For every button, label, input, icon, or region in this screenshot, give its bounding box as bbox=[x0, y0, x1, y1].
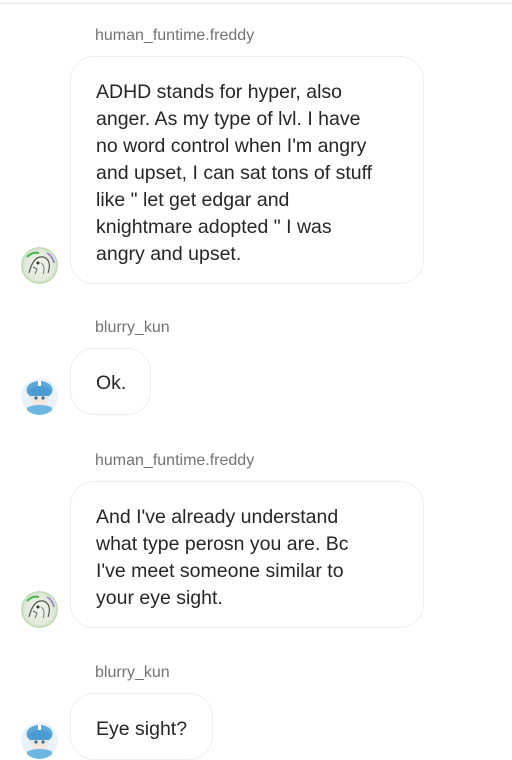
avatar-blue-character-icon bbox=[21, 378, 58, 415]
sender-name[interactable]: blurry_kun bbox=[95, 319, 170, 337]
avatar[interactable] bbox=[21, 722, 58, 759]
sender-name[interactable]: human_funtime.freddy bbox=[95, 452, 254, 470]
top-divider bbox=[0, 3, 512, 4]
avatar[interactable] bbox=[21, 591, 58, 628]
message-bubble[interactable]: And I've already understand what type pe… bbox=[70, 481, 424, 628]
avatar-blue-character-icon bbox=[21, 722, 58, 759]
message-bubble[interactable]: ADHD stands for hyper, also anger. As my… bbox=[70, 56, 424, 284]
chat-thread: human_funtime.freddy ADHD stands for hyp… bbox=[0, 0, 512, 760]
sender-name[interactable]: blurry_kun bbox=[95, 664, 170, 682]
avatar-sketch-icon bbox=[21, 591, 58, 628]
avatar[interactable] bbox=[21, 378, 58, 415]
avatar[interactable] bbox=[21, 247, 58, 284]
message-bubble[interactable]: Ok. bbox=[70, 348, 151, 415]
sender-name[interactable]: human_funtime.freddy bbox=[95, 27, 254, 45]
avatar-sketch-icon bbox=[21, 247, 58, 284]
message-bubble[interactable]: Eye sight? bbox=[70, 693, 213, 760]
